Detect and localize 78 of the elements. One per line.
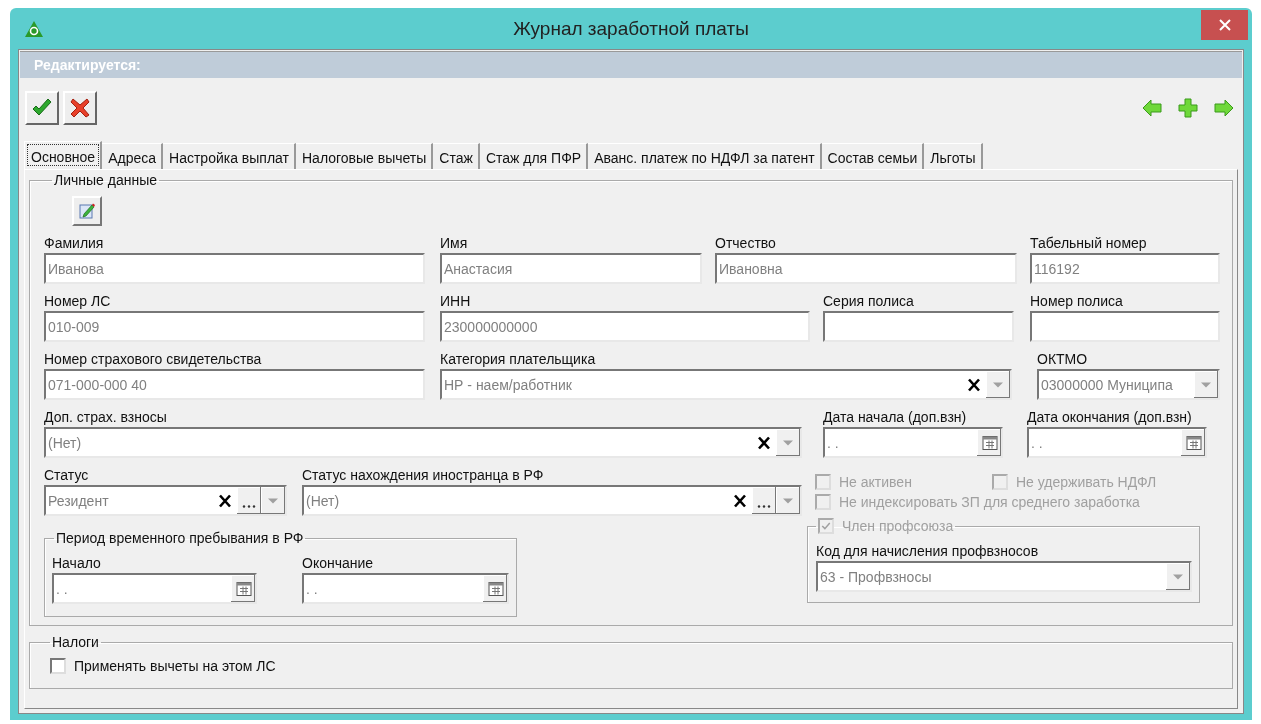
save-button[interactable]	[25, 91, 59, 125]
calendar-icon[interactable]	[977, 429, 1001, 456]
combo-box[interactable]: 03000000 Муниципа	[1037, 369, 1220, 400]
arrow-left-icon[interactable]	[1141, 97, 1163, 119]
field-label: Доп. страх. взносы	[44, 408, 168, 427]
group-title: Налоги	[51, 634, 100, 650]
checkbox-label: Применять вычеты на этом ЛС	[74, 658, 276, 674]
field-label: Начало	[52, 554, 102, 573]
calendar-icon[interactable]	[1181, 429, 1205, 456]
dropdown-icon[interactable]	[1194, 371, 1218, 398]
tab[interactable]: Адреса	[102, 143, 164, 169]
edit-icon	[78, 202, 96, 220]
dropdown-icon[interactable]	[776, 487, 800, 514]
checkbox-label: Член профсоюза	[842, 518, 954, 534]
field-label: Номер ЛС	[44, 292, 112, 311]
checkbox-label: Не индексировать ЗП для среднего заработка	[839, 494, 1140, 510]
field-label: Дата начала (доп.взн)	[823, 408, 968, 427]
date-field[interactable]: . .	[823, 427, 1003, 458]
combo-box[interactable]: Резидент	[44, 485, 287, 516]
field-label: Табельный номер	[1030, 234, 1148, 253]
input-field[interactable]	[823, 311, 1014, 342]
field-label: Окончание	[302, 554, 375, 573]
window-title: Журнал заработной платы	[512, 17, 750, 40]
tab[interactable]: Стаж для ПФР	[479, 143, 589, 169]
field-label: Статус нахождения иностранца в РФ	[302, 466, 545, 485]
tab[interactable]: Налоговые вычеты	[296, 143, 434, 169]
field-label: ИНН	[440, 292, 472, 311]
field-label: Дата окончания (доп.взн)	[1027, 408, 1193, 427]
field-label: Код для начисления профвзносов	[816, 542, 1040, 561]
plus-icon[interactable]	[1177, 97, 1199, 119]
checkbox-label: Не удерживать НДФЛ	[1016, 474, 1157, 490]
close-button[interactable]	[1201, 10, 1248, 40]
more-icon[interactable]	[237, 487, 261, 514]
combo-box[interactable]: (Нет)	[302, 485, 802, 516]
edit-status: Редактируется:	[34, 57, 141, 73]
checkbox-label: Не активен	[839, 474, 912, 490]
dropdown-icon[interactable]	[776, 429, 800, 456]
date-field[interactable]: . .	[52, 573, 257, 604]
input-field[interactable]: 071-000-000 40	[44, 369, 425, 400]
field-label: Отчество	[715, 234, 777, 253]
date-field[interactable]: . .	[1027, 427, 1207, 458]
dropdown-icon[interactable]	[986, 371, 1010, 398]
checkbox[interactable]	[50, 658, 66, 674]
field-label: Категория плательщика	[440, 350, 597, 369]
combo-box[interactable]: НР - наем/работник	[440, 369, 1012, 400]
field-label: Статус	[44, 466, 90, 485]
tab[interactable]: Состав семьи	[821, 143, 925, 169]
input-field[interactable]: Анастасия	[440, 253, 702, 284]
edit-button[interactable]	[72, 196, 102, 226]
field-label: Номер полиса	[1030, 292, 1124, 311]
tab[interactable]: Стаж	[433, 143, 480, 169]
combo-box[interactable]: (Нет)	[44, 427, 802, 458]
date-field[interactable]: . .	[302, 573, 509, 604]
dropdown-icon[interactable]	[261, 487, 285, 514]
cross-icon	[68, 96, 92, 120]
field-label: Номер страхового свидетельства	[44, 350, 263, 369]
field-label: Фамилия	[44, 234, 105, 253]
input-field[interactable]: 010-009	[44, 311, 425, 342]
calendar-icon[interactable]	[231, 575, 255, 602]
more-icon[interactable]	[752, 487, 776, 514]
tab[interactable]: Льготы	[924, 143, 983, 169]
input-field[interactable]: 116192	[1030, 253, 1220, 284]
field-label: ОКТМО	[1037, 350, 1089, 369]
arrow-right-icon[interactable]	[1213, 97, 1235, 119]
input-field[interactable]: Иванова	[44, 253, 425, 284]
input-field[interactable]	[1030, 311, 1220, 342]
cancel-button[interactable]	[63, 91, 97, 125]
tab[interactable]: Аванс. платеж по НДФЛ за патент	[588, 143, 822, 169]
field-label: Имя	[440, 234, 469, 253]
close-icon	[1217, 18, 1232, 32]
calendar-icon[interactable]	[483, 575, 507, 602]
input-field[interactable]: 230000000000	[440, 311, 810, 342]
group-title: Личные данные	[53, 172, 159, 188]
group-title: Период временного пребывания в РФ	[55, 530, 305, 546]
field-label: Серия полиса	[823, 292, 915, 311]
input-field[interactable]: Ивановна	[715, 253, 1017, 284]
tab[interactable]: Настройка выплат	[163, 143, 296, 169]
tab[interactable]: Основное	[24, 141, 103, 169]
